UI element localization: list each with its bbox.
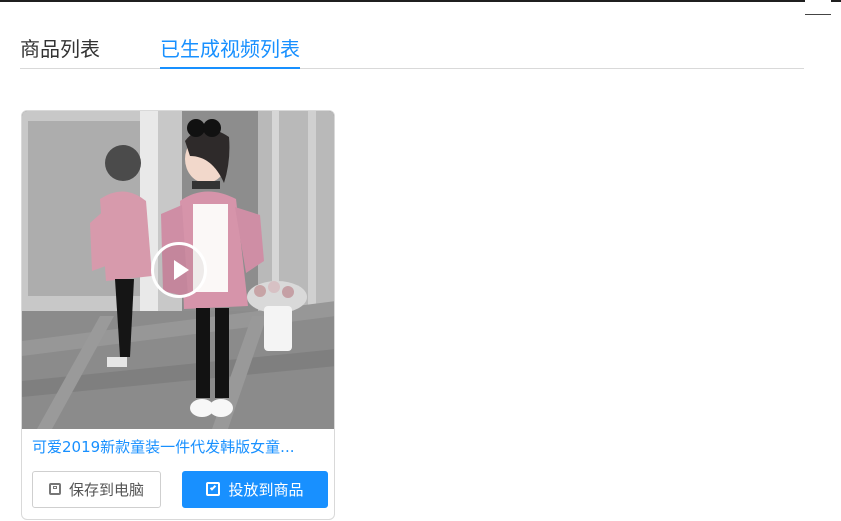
publish-icon bbox=[206, 482, 221, 496]
save-icon bbox=[48, 483, 61, 495]
tab-product-list[interactable]: 商品列表 bbox=[20, 28, 100, 68]
tab-generated-video-list[interactable]: 已生成视频列表 bbox=[160, 28, 300, 69]
video-title[interactable]: 可爱2019新款童装一件代发韩版女童... bbox=[32, 434, 326, 460]
video-thumbnail[interactable] bbox=[22, 111, 334, 429]
tab-bar: 商品列表 已生成视频列表 bbox=[20, 28, 804, 69]
card-actions: 保存到电脑 投放到商品 bbox=[32, 470, 328, 508]
top-border bbox=[0, 0, 841, 2]
play-icon[interactable] bbox=[151, 242, 207, 298]
save-to-computer-button[interactable]: 保存到电脑 bbox=[32, 470, 161, 508]
publish-to-product-label: 投放到商品 bbox=[228, 480, 304, 499]
video-card: 可爱2019新款童装一件代发韩版女童... 保存到电脑 投放到商品 bbox=[21, 110, 335, 520]
save-to-computer-label: 保存到电脑 bbox=[68, 480, 144, 499]
top-right-tab bbox=[805, 0, 831, 15]
publish-to-product-button[interactable]: 投放到商品 bbox=[182, 470, 328, 508]
